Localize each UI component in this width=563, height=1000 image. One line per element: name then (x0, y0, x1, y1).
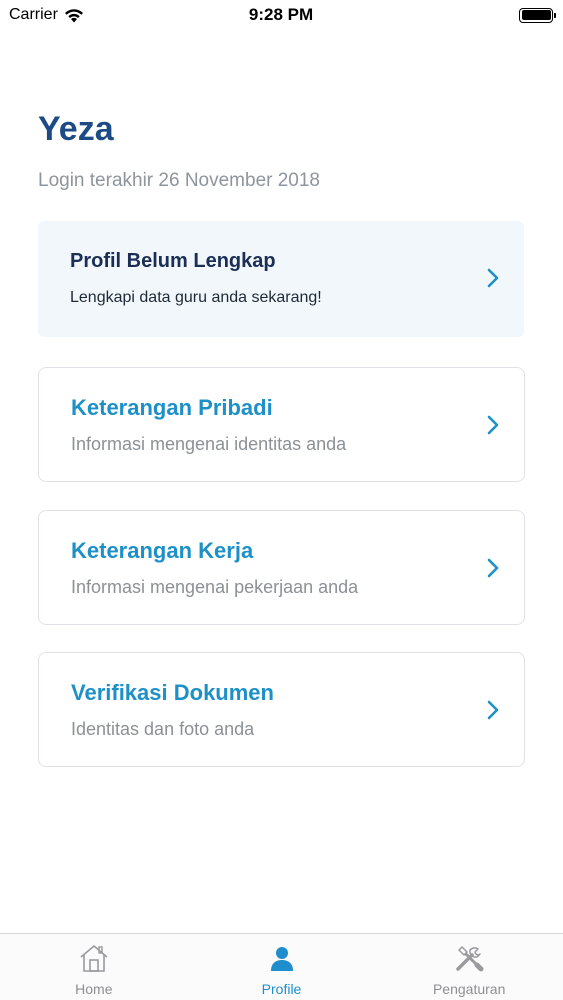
tab-label: Home (75, 981, 113, 997)
tab-label: Profile (261, 981, 302, 997)
profile-screen: Carrier 9:28 PM Yeza Login terakhir 26 N… (0, 0, 563, 1000)
chevron-right-icon (487, 268, 499, 288)
incomplete-profile-card[interactable]: Profil Belum Lengkap Lengkapi data guru … (38, 221, 524, 337)
chevron-right-icon (487, 700, 499, 720)
menu-title: Keterangan Kerja (71, 538, 254, 563)
user-name: Yeza (38, 110, 114, 148)
battery-icon (519, 7, 556, 23)
tab-label: Pengaturan (432, 981, 506, 997)
tools-icon (456, 946, 484, 972)
menu-subtitle: Informasi mengenai pekerjaan anda (71, 577, 359, 597)
chevron-right-icon (487, 415, 499, 435)
status-time: 9:28 PM (248, 5, 314, 24)
menu-subtitle: Informasi mengenai identitas anda (71, 434, 347, 454)
alert-subtitle: Lengkapi data guru anda sekarang! (70, 289, 322, 306)
person-icon (270, 947, 293, 971)
house-icon (80, 945, 108, 972)
alert-title: Profil Belum Lengkap (70, 250, 276, 272)
tab-home[interactable]: Home (0, 934, 188, 1000)
menu-subtitle: Identitas dan foto anda (71, 719, 255, 739)
status-right (423, 7, 556, 23)
chevron-right-icon (487, 558, 499, 578)
personal-info-card[interactable]: Keterangan Pribadi Informasi mengenai id… (38, 367, 525, 482)
wifi-icon (64, 8, 83, 22)
tab-settings[interactable]: Pengaturan (375, 934, 563, 1000)
menu-title: Verifikasi Dokumen (71, 680, 274, 705)
menu-title: Keterangan Pribadi (71, 395, 273, 420)
work-info-card[interactable]: Keterangan Kerja Informasi mengenai peke… (38, 510, 525, 625)
document-verification-card[interactable]: Verifikasi Dokumen Identitas dan foto an… (38, 652, 525, 767)
tab-bar: Home Profile Pengaturan (0, 933, 563, 1000)
status-left: Carrier (9, 6, 139, 24)
carrier-label: Carrier (9, 6, 58, 23)
status-bar: Carrier 9:28 PM (0, 0, 563, 30)
last-login-text: Login terakhir 26 November 2018 (38, 170, 321, 191)
tab-profile[interactable]: Profile (188, 934, 376, 1000)
